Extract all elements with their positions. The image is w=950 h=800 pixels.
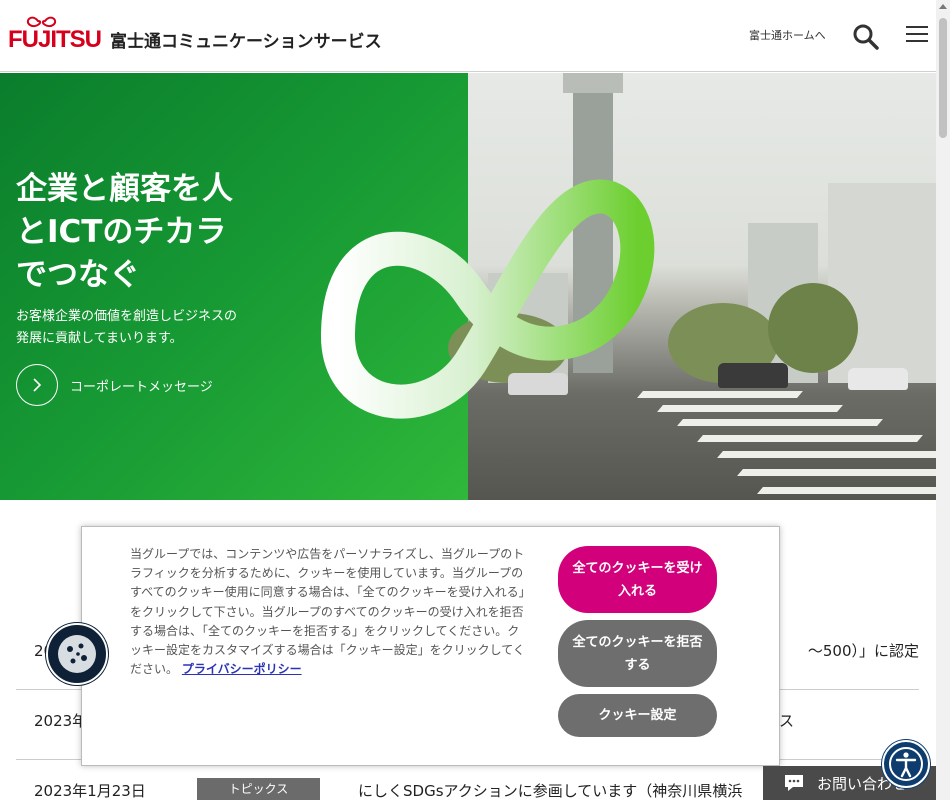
hero-subtitle-line: 発展に貢献してまいります。 — [16, 331, 183, 346]
accept-all-cookies-button[interactable]: 全てのクッキーを受け入れる — [558, 546, 717, 613]
reject-all-cookies-label: 全てのクッキーを拒否する — [572, 634, 703, 673]
scroll-up-arrow-icon[interactable] — [939, 4, 947, 9]
brand-name: 富士通コミュニケーションサービス — [110, 32, 382, 52]
cookie-consent-banner: 当グループでは、コンテンツや広告をパーソナライズし、当グループのトラフィックを分… — [81, 526, 780, 766]
hero-subtitle: お客様企業の価値を創造しビジネスの 発展に貢献してまいります。 — [16, 306, 276, 350]
fujitsu-home-link[interactable]: 富士通ホームへ — [749, 27, 826, 43]
page: FUJITSU 富士通コミュニケーションサービス 富士通ホームへ 企業と顧客を人… — [0, 0, 950, 800]
cookie-notice-text: 当グループでは、コンテンツや広告をパーソナライズし、当グループのトラフィックを分… — [130, 545, 530, 679]
site-header: FUJITSU 富士通コミュニケーションサービス 富士通ホームへ — [0, 0, 936, 72]
reject-all-cookies-button[interactable]: 全てのクッキーを拒否する — [558, 620, 717, 687]
accept-all-cookies-label: 全てのクッキーを受け入れる — [572, 560, 703, 599]
fujitsu-logo: FUJITSU — [8, 12, 102, 56]
corporate-message-label: コーポレートメッセージ — [70, 379, 213, 395]
news-date: 2023年 — [34, 712, 88, 730]
fujitsu-logo-text: FUJITSU — [8, 26, 102, 53]
search-icon[interactable] — [853, 24, 879, 50]
hero-title-line: でつなぐ — [16, 257, 140, 293]
cookie-settings-label: クッキー設定 — [598, 708, 677, 723]
hero-title-line: 企業と顧客を人 — [16, 171, 233, 207]
page-scrollbar[interactable] — [936, 0, 950, 800]
privacy-policy-link[interactable]: プライバシーポリシー — [182, 662, 302, 676]
hero-title-line: とICTのチカラ — [16, 214, 227, 250]
accessibility-icon[interactable] — [882, 740, 930, 788]
cookie-preferences-icon[interactable] — [46, 623, 108, 685]
news-title[interactable]: 〜500）」に認定 — [779, 640, 919, 661]
hero-subtitle-line: お客様企業の価値を創造しビジネスの — [16, 309, 238, 324]
scrollbar-thumb[interactable] — [939, 18, 947, 138]
news-date: 2023年1月23日 — [34, 782, 146, 800]
chat-bubble-icon — [785, 775, 803, 791]
cookie-settings-button[interactable]: クッキー設定 — [558, 694, 717, 737]
chevron-right-icon — [16, 364, 58, 406]
corporate-message-link[interactable]: コーポレートメッセージ — [16, 364, 213, 406]
hamburger-menu-icon[interactable] — [906, 26, 928, 44]
news-category-badge: トピックス — [197, 778, 320, 800]
cookie-notice-body: 当グループでは、コンテンツや広告をパーソナライズし、当グループのトラフィックを分… — [130, 547, 525, 677]
news-title[interactable]: にしくSDGsアクションに参画しています（神奈川県横浜 — [358, 780, 742, 800]
news-title[interactable]: ス — [779, 710, 794, 731]
logo-link[interactable]: FUJITSU 富士通コミュニケーションサービス — [8, 12, 382, 56]
hero-banner: 企業と顧客を人 とICTのチカラ でつなぐ お客様企業の価値を創造しビジネスの … — [0, 73, 936, 500]
hero-title: 企業と顧客を人 とICTのチカラ でつなぐ — [16, 168, 233, 297]
